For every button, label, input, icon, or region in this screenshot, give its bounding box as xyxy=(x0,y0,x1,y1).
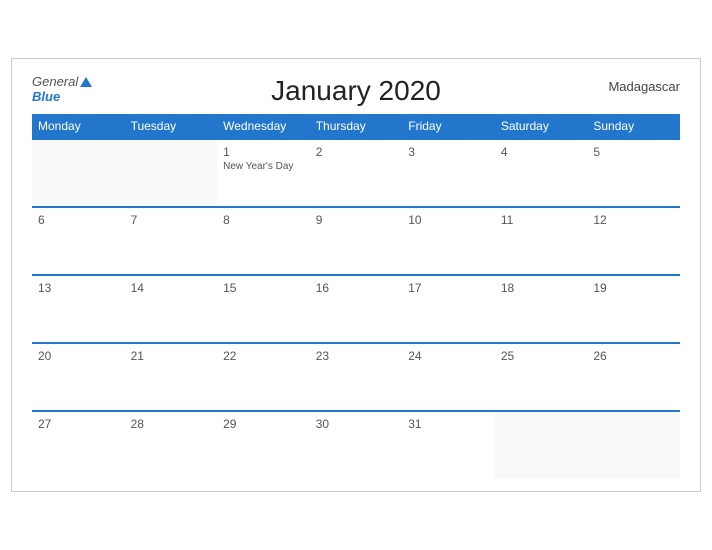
calendar-cell xyxy=(32,139,125,207)
calendar-cell: 21 xyxy=(125,343,218,411)
day-number: 20 xyxy=(38,349,119,363)
calendar-cell: 22 xyxy=(217,343,310,411)
day-number: 6 xyxy=(38,213,119,227)
weekday-header-monday: Monday xyxy=(32,114,125,139)
calendar-cell: 8 xyxy=(217,207,310,275)
day-number: 18 xyxy=(501,281,582,295)
calendar-cell: 18 xyxy=(495,275,588,343)
weekday-header-tuesday: Tuesday xyxy=(125,114,218,139)
calendar-cell: 9 xyxy=(310,207,403,275)
weekday-header-thursday: Thursday xyxy=(310,114,403,139)
day-number: 24 xyxy=(408,349,489,363)
logo: General Blue xyxy=(32,75,92,104)
day-number: 31 xyxy=(408,417,489,431)
weekday-header-sunday: Sunday xyxy=(587,114,680,139)
day-number: 14 xyxy=(131,281,212,295)
calendar-cell: 17 xyxy=(402,275,495,343)
calendar-cell xyxy=(495,411,588,479)
day-number: 29 xyxy=(223,417,304,431)
calendar-cell: 1 New Year's Day xyxy=(217,139,310,207)
calendar-cell: 23 xyxy=(310,343,403,411)
calendar-cell: 13 xyxy=(32,275,125,343)
day-number: 30 xyxy=(316,417,397,431)
calendar-cell: 27 xyxy=(32,411,125,479)
calendar-cell: 25 xyxy=(495,343,588,411)
calendar-cell: 15 xyxy=(217,275,310,343)
day-number: 4 xyxy=(501,145,582,159)
day-number: 27 xyxy=(38,417,119,431)
day-number: 13 xyxy=(38,281,119,295)
day-number: 12 xyxy=(593,213,674,227)
day-number: 11 xyxy=(501,213,582,227)
calendar-cell: 28 xyxy=(125,411,218,479)
calendar-country: Madagascar xyxy=(608,79,680,94)
calendar-cell xyxy=(587,411,680,479)
calendar-cell: 4 xyxy=(495,139,588,207)
calendar-cell: 3 xyxy=(402,139,495,207)
weekday-header-saturday: Saturday xyxy=(495,114,588,139)
calendar-table: MondayTuesdayWednesdayThursdayFridaySatu… xyxy=(32,114,680,479)
calendar-cell: 6 xyxy=(32,207,125,275)
calendar-cell: 26 xyxy=(587,343,680,411)
day-number: 7 xyxy=(131,213,212,227)
day-number: 2 xyxy=(316,145,397,159)
calendar-container: General Blue January 2020 Madagascar Mon… xyxy=(11,58,701,492)
weekday-header-wednesday: Wednesday xyxy=(217,114,310,139)
calendar-cell: 14 xyxy=(125,275,218,343)
week-row-2: 6789 10 11 12 xyxy=(32,207,680,275)
calendar-cell: 31 xyxy=(402,411,495,479)
week-row-5: 27 28 29 30 31 xyxy=(32,411,680,479)
day-number: 19 xyxy=(593,281,674,295)
calendar-cell: 16 xyxy=(310,275,403,343)
calendar-cell: 11 xyxy=(495,207,588,275)
logo-blue-text: Blue xyxy=(32,90,92,104)
day-number: 25 xyxy=(501,349,582,363)
calendar-cell: 20 xyxy=(32,343,125,411)
weekday-header-friday: Friday xyxy=(402,114,495,139)
day-number: 8 xyxy=(223,213,304,227)
day-number: 10 xyxy=(408,213,489,227)
calendar-cell: 30 xyxy=(310,411,403,479)
day-number: 3 xyxy=(408,145,489,159)
day-number: 1 xyxy=(223,145,304,159)
day-number: 21 xyxy=(131,349,212,363)
day-event: New Year's Day xyxy=(223,161,304,172)
day-number: 5 xyxy=(593,145,674,159)
calendar-cell: 24 xyxy=(402,343,495,411)
calendar-cell: 2 xyxy=(310,139,403,207)
day-number: 15 xyxy=(223,281,304,295)
calendar-cell: 10 xyxy=(402,207,495,275)
calendar-cell: 5 xyxy=(587,139,680,207)
week-row-3: 13 14 15 16 17 18 19 xyxy=(32,275,680,343)
weekday-header-row: MondayTuesdayWednesdayThursdayFridaySatu… xyxy=(32,114,680,139)
day-number: 16 xyxy=(316,281,397,295)
logo-general-text: General xyxy=(32,75,78,89)
calendar-cell: 7 xyxy=(125,207,218,275)
logo-triangle-icon xyxy=(80,77,92,87)
week-row-4: 20 21 22 23 24 25 26 xyxy=(32,343,680,411)
day-number: 26 xyxy=(593,349,674,363)
week-row-1: 1 New Year's Day 2345 xyxy=(32,139,680,207)
calendar-header: General Blue January 2020 Madagascar xyxy=(32,75,680,104)
day-number: 9 xyxy=(316,213,397,227)
calendar-cell: 12 xyxy=(587,207,680,275)
day-number: 17 xyxy=(408,281,489,295)
calendar-cell: 29 xyxy=(217,411,310,479)
calendar-cell: 19 xyxy=(587,275,680,343)
day-number: 23 xyxy=(316,349,397,363)
calendar-cell xyxy=(125,139,218,207)
day-number: 22 xyxy=(223,349,304,363)
calendar-title: January 2020 xyxy=(271,75,441,107)
day-number: 28 xyxy=(131,417,212,431)
